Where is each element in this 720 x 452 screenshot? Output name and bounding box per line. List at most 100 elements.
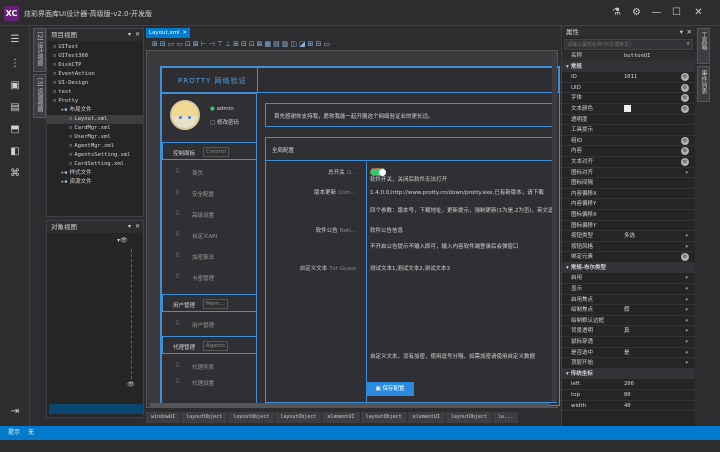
design-view-tab[interactable]: [2] 设计视图 — [33, 28, 46, 72]
tree-item[interactable]: ▸▪ 资源文件 — [47, 178, 143, 187]
menu-item[interactable]: ▯ 卡密管理 — [162, 269, 257, 285]
save-icon[interactable]: ▣ — [7, 78, 23, 94]
save-all-icon[interactable]: ▤ — [7, 100, 23, 116]
tree-item[interactable]: ▫ AgentMgr.xml — [47, 142, 143, 151]
visibility-eye-icon[interactable]: 👁 — [127, 381, 135, 388]
close-button[interactable]: ✕ — [690, 4, 707, 21]
selected-object-row[interactable] — [49, 404, 143, 414]
property-row[interactable]: left 206 — [562, 379, 695, 390]
config-row-value[interactable]: 1.4.0.0,http://www.protty.cn/down/protty… — [370, 188, 544, 196]
tab-layout-xml[interactable]: Layout.xml ✕ — [146, 28, 190, 38]
tree-item[interactable]: ▫ DiskCTP — [47, 61, 143, 70]
close-tab-icon[interactable]: ✕ — [182, 28, 187, 38]
property-edit-icon[interactable]: ⚙ — [681, 136, 689, 145]
property-search-input[interactable] — [565, 40, 685, 49]
exit-icon[interactable]: ⇥ — [7, 404, 23, 420]
property-edit-icon[interactable]: ⚙ — [681, 253, 689, 262]
tree-item[interactable]: ▫ UITest — [47, 43, 143, 52]
visibility-eye-icon[interactable]: ▾👁 — [117, 237, 128, 244]
dropdown-arrow-icon[interactable]: ▾ — [685, 168, 688, 179]
property-row[interactable]: 绘制焦点 假 ▾ — [562, 305, 695, 316]
property-row[interactable]: 图标间隔 — [562, 178, 695, 189]
main-switch-toggle[interactable] — [370, 168, 386, 176]
property-row[interactable]: 图标偏移X — [562, 210, 695, 221]
skin-icon[interactable]: ⚗ — [608, 4, 625, 21]
property-edit-icon[interactable]: ⚙ — [681, 157, 689, 166]
property-row[interactable]: 绑定元素 ⚙ — [562, 252, 695, 263]
settings-icon[interactable]: ⚙ — [628, 4, 645, 21]
config-row-value[interactable]: 自定义文本，没有加密，使用逗号分隔，如需加密请使用自定义数据 — [370, 352, 535, 360]
property-value[interactable]: 80 — [624, 390, 631, 401]
tree-item[interactable]: ▫ CardSetting.xml — [47, 160, 143, 169]
property-row[interactable]: 是否选中 是 ▾ — [562, 348, 695, 359]
property-row[interactable]: 内容偏移Y — [562, 199, 695, 210]
pin-icon[interactable]: ▾ — [680, 26, 683, 38]
property-row[interactable]: ID 1011 ⚙ — [562, 72, 695, 83]
property-row[interactable]: 透明度 — [562, 115, 695, 126]
dropdown-arrow-icon[interactable]: ▾ — [685, 348, 688, 359]
property-row[interactable]: 按钮风格 ▾ — [562, 242, 695, 253]
save-config-button[interactable]: ▣ 保存配置 — [366, 382, 414, 396]
search-icon[interactable]: ⌕ — [687, 40, 690, 48]
property-row[interactable]: 顶层开始 ▾ — [562, 358, 695, 369]
dropdown-arrow-icon[interactable]: ▾ — [685, 326, 688, 337]
property-row[interactable]: 工具提示 — [562, 125, 695, 136]
bottom-tab[interactable]: elementUI — [322, 412, 360, 423]
design-canvas[interactable]: PROTTY 网络验证 ● admin ▢ 修改密码 控制面板 Control ▯ 首… — [160, 66, 560, 406]
menu-item[interactable]: ▯ 代理设置 — [162, 374, 257, 390]
bottom-tab[interactable]: la... — [492, 412, 518, 423]
menu-group-header[interactable]: 控制面板 Control — [162, 142, 257, 160]
bottom-tab[interactable]: layoutObject — [360, 412, 407, 423]
property-row[interactable]: 启用焦点 ▾ — [562, 295, 695, 306]
resource-view-tab[interactable]: [3] 资源视图 — [33, 74, 46, 118]
dropdown-arrow-icon[interactable]: ▾ — [685, 295, 688, 306]
menu-group-header[interactable]: 用户管理 Mem... — [162, 294, 257, 312]
bottom-tab[interactable]: layoutObject — [445, 412, 492, 423]
dropdown-arrow-icon[interactable]: ▾ — [685, 242, 688, 253]
bottom-tab[interactable]: layoutObject — [228, 412, 275, 423]
property-row[interactable]: 文本颜色 ⚙ — [562, 104, 695, 115]
dropdown-arrow-icon[interactable]: ▾ — [685, 273, 688, 284]
tree-item[interactable]: ▫ EventAction — [47, 70, 143, 79]
close-panel-icon[interactable]: ✕ — [135, 221, 140, 233]
property-row[interactable]: UID ⚙ — [562, 83, 695, 94]
property-value[interactable]: 假 — [624, 305, 630, 316]
menu-item[interactable]: ▯ 首页 — [162, 164, 257, 180]
property-row[interactable]: 鼠标穿透 ▾ — [562, 337, 695, 348]
config-row-value[interactable]: 软件公告信息 — [370, 226, 403, 234]
tree-item[interactable]: ▫ UITest360 — [47, 52, 143, 61]
menu-item[interactable]: ▯ 代理列表 — [162, 358, 257, 374]
config-row-value[interactable]: 软件开关，关闭后软件无法打开 — [370, 175, 447, 183]
property-edit-icon[interactable]: ⚙ — [681, 73, 689, 82]
tree-item[interactable]: ▫ Protty — [47, 97, 143, 106]
property-edit-icon[interactable]: ⚙ — [681, 147, 689, 156]
property-value[interactable]: 1011 — [624, 72, 637, 83]
pin-icon[interactable]: ▾ — [128, 221, 131, 233]
bottom-tab[interactable]: layoutObject — [275, 412, 322, 423]
tree-item[interactable]: ▫ UserMgr.xml — [47, 133, 143, 142]
property-row[interactable]: width 40 — [562, 401, 695, 412]
menu-item[interactable]: ▯ 加密算法 — [162, 248, 257, 264]
config-row-value[interactable]: 测试文本1,测试文本2,测试文本3 — [370, 264, 450, 272]
property-row[interactable]: 组ID ⚙ — [562, 136, 695, 147]
property-value[interactable] — [624, 104, 631, 115]
menu-item[interactable]: ▯ 高级设置 — [162, 206, 257, 222]
menu-item[interactable]: ▯ 用户管理 — [162, 316, 257, 332]
pin-icon[interactable]: ▾ — [128, 29, 131, 41]
maximize-button[interactable]: ☐ — [668, 4, 685, 21]
property-search[interactable]: ⌕ — [564, 39, 693, 50]
change-password-link[interactable]: 修改密码 — [217, 120, 239, 126]
tree-item[interactable]: ▫ test — [47, 88, 143, 97]
property-row[interactable]: 显示 ▾ — [562, 284, 695, 295]
dropdown-arrow-icon[interactable]: ▾ — [685, 337, 688, 348]
tree-item[interactable]: ▸▪ 样式文件 — [47, 169, 143, 178]
code-icon[interactable]: ⌘ — [7, 166, 23, 182]
export-icon[interactable]: ⬒ — [7, 122, 23, 138]
dropdown-arrow-icon[interactable]: ▾ — [685, 231, 688, 242]
property-row[interactable]: 按钮类型 多选 ▾ — [562, 231, 695, 242]
property-edit-icon[interactable]: ⚙ — [681, 94, 689, 103]
property-row[interactable]: 图标偏移Y — [562, 221, 695, 232]
tree-item[interactable]: ▫ Layout.xml — [47, 115, 143, 124]
tree-item[interactable]: ▫ UI-Design — [47, 79, 143, 88]
property-edit-icon[interactable]: ⚙ — [681, 104, 689, 113]
